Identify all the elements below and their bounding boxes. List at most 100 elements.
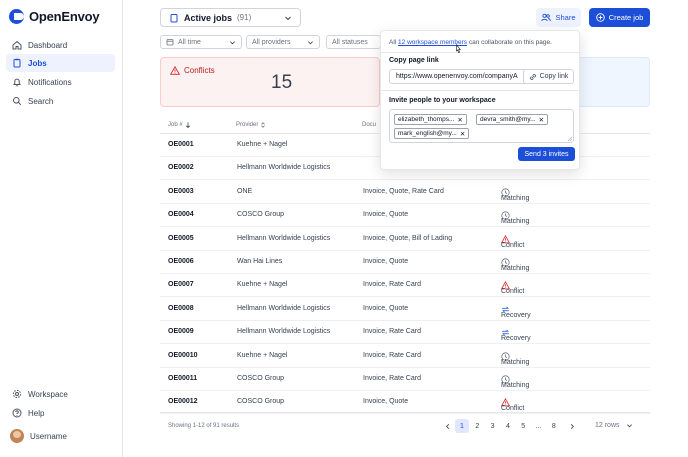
table-row[interactable]: OE0004 COSCO Group Invoice, Quote Matching (160, 204, 650, 228)
documents: Invoice, Rate Card (363, 328, 421, 336)
provider-name: Wan Hai Lines (237, 258, 283, 265)
table-row[interactable]: OE0005 Hellmann Worldwide Logistics Invoic… (160, 228, 650, 251)
invitee-chip: elizabeth_thomps... ✕ (394, 114, 467, 125)
close-icon[interactable]: ✕ (539, 116, 544, 124)
next-page-button[interactable] (565, 419, 579, 433)
chevron-down-icon (230, 40, 235, 44)
share-label: Share (555, 13, 576, 22)
sidebar-item-workspace[interactable]: Workspace (6, 385, 115, 403)
provider-name: COSCO Group (237, 398, 285, 406)
rows-per-page-select[interactable]: 12 rows (595, 422, 633, 429)
sidebar-item-jobs[interactable]: Jobs (6, 54, 115, 72)
table-row[interactable]: OE00010 Kuehne + Nagel Invoice, Rate Card M… (160, 345, 650, 368)
time-filter-value: All time (178, 38, 201, 46)
prev-page-button[interactable] (440, 419, 454, 433)
summary-card[interactable] (576, 57, 650, 107)
invitee-chip: mark_english@my... ✕ (394, 128, 470, 139)
logo[interactable]: OpenEnvoy (9, 9, 100, 24)
documents: Invoice, Quote (363, 398, 409, 406)
invite-heading: Invite people to your workspace (389, 97, 496, 104)
job-id: OE00011 (168, 375, 198, 382)
resize-handle-icon[interactable] (567, 136, 572, 141)
collaborators-note: All 12 workspace members can collaborate… (389, 39, 552, 46)
sidebar-item-notifications[interactable]: Notifications (6, 73, 115, 91)
sidebar-item-dashboard[interactable]: Dashboard (6, 36, 115, 54)
column-header-documents[interactable]: Docu (362, 122, 376, 128)
share-button[interactable]: Share (536, 8, 581, 27)
sidebar-item-label: Help (28, 408, 45, 418)
share-popover: All 12 workspace members can collaborate… (380, 30, 581, 170)
status-badge: Matching (501, 375, 529, 389)
table-row[interactable]: OE0009 Hellmann Worldwide Logistics Invoic… (160, 321, 650, 345)
job-id: OE0002 (168, 164, 194, 172)
job-id: OE0003 (168, 187, 194, 195)
divider (381, 52, 581, 53)
job-id: OE0001 (168, 141, 194, 148)
page-button[interactable]: 5 (516, 419, 530, 433)
documents: Invoice, Rate Card (363, 375, 421, 382)
search-icon (13, 97, 22, 106)
job-id: OE00010 (168, 351, 198, 359)
app-name: OpenEnvoy (29, 9, 100, 24)
gear-icon (12, 389, 22, 399)
documents: Invoice, Quote (363, 304, 409, 312)
user-menu[interactable]: Username (6, 427, 115, 445)
page-button[interactable]: 3 (486, 419, 500, 433)
status-badge: Conflict (501, 234, 524, 249)
column-header-provider[interactable]: Provider (236, 122, 266, 128)
invite-email-input[interactable]: elizabeth_thomps... ✕ devra_smith@my... ✕ … (389, 109, 574, 143)
table-row[interactable]: OE0003 ONE Invoice, Quote, Rate Card Matchi… (160, 181, 650, 204)
chevron-down-icon (308, 40, 313, 44)
sidebar-item-search[interactable]: Search (6, 92, 115, 110)
calendar-icon (166, 39, 174, 46)
status-filter-value: All statuses (332, 38, 368, 46)
close-icon[interactable]: ✕ (457, 116, 462, 124)
page-button[interactable]: 1 (455, 419, 469, 433)
close-icon[interactable]: ✕ (460, 130, 465, 138)
provider-filter[interactable]: All providers (246, 35, 320, 49)
status-badge: Conflict (501, 281, 524, 295)
view-selector[interactable]: Active jobs (91) (160, 8, 301, 27)
view-title: Active jobs (184, 12, 233, 23)
conflicts-count: 15 (271, 72, 293, 93)
sidebar-item-label: Jobs (28, 58, 47, 68)
plus-circle-icon (595, 13, 605, 22)
table-row[interactable]: OE0007 Kuehne + Nagel Invoice, Rate Card Co… (160, 274, 650, 298)
conflicts-card[interactable]: Conflicts 15 (160, 57, 380, 107)
job-id: OE0004 (168, 211, 194, 219)
documents: Invoice, Quote (363, 211, 409, 219)
page-button[interactable]: 2 (470, 419, 484, 433)
send-invites-button[interactable]: Send 3 invites (518, 147, 575, 161)
page-button[interactable]: 8 (547, 419, 561, 433)
documents: Invoice, Rate Card (363, 281, 421, 289)
table-row[interactable]: OE00012 COSCO Group Invoice, Quote Conflict (160, 391, 650, 415)
status-filter[interactable]: All statuses (326, 35, 381, 49)
table-row[interactable]: OE0008 Hellmann Worldwide Logistics Invoic… (160, 298, 650, 321)
create-job-label: Create job (608, 13, 644, 22)
documents: Invoice, Rate Card (363, 351, 421, 359)
page-link-field[interactable]: https://www.openenvoy.com/companyA (389, 69, 529, 84)
invitee-chip: devra_smith@my... ✕ (476, 114, 549, 125)
provider-name: COSCO Group (237, 375, 285, 382)
table-row[interactable]: OE00011 COSCO Group Invoice, Rate Card Matc… (160, 368, 650, 391)
pointer-cursor-icon (456, 44, 461, 53)
table-row[interactable]: OE0006 Wan Hai Lines Invoice, Quote Matchin… (160, 251, 650, 274)
job-id: OE0005 (168, 234, 194, 242)
results-summary: Showing 1-12 of 91 results (168, 423, 240, 429)
sidebar-item-help[interactable]: Help (6, 404, 115, 422)
username: Username (30, 431, 67, 441)
provider-name: Kuehne + Nagel (237, 281, 288, 289)
chevron-left-icon (445, 423, 449, 429)
warning-icon (170, 66, 180, 75)
divider (381, 90, 581, 91)
column-header-job[interactable]: Job # (168, 122, 191, 128)
chevron-right-icon (570, 423, 574, 429)
help-icon (12, 408, 22, 418)
copy-link-button[interactable]: Copy link (523, 69, 574, 84)
documents: Invoice, Quote, Rate Card (363, 187, 444, 195)
page-button[interactable]: 4 (501, 419, 515, 433)
status-badge: Recovery (501, 305, 531, 319)
time-filter[interactable]: All time (160, 35, 242, 49)
avatar (10, 429, 24, 443)
create-job-button[interactable]: Create job (589, 8, 650, 27)
